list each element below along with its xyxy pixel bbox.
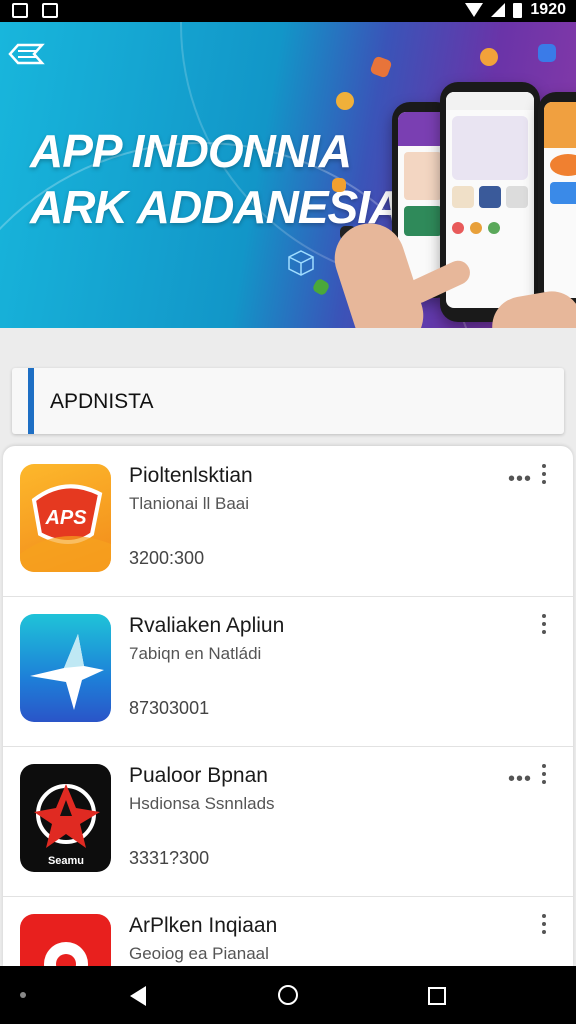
section-title: APDNISTA bbox=[50, 390, 154, 413]
signal-icon bbox=[491, 3, 506, 17]
app-name: ArPlken Inqiaan bbox=[129, 914, 278, 937]
floating-app-icon bbox=[336, 92, 354, 110]
phone-mockup bbox=[538, 92, 576, 312]
recents-icon[interactable] bbox=[428, 987, 446, 1005]
section-header: APDNISTA bbox=[12, 368, 564, 434]
more-horizontal-icon[interactable]: ••• bbox=[508, 768, 532, 791]
floating-app-icon bbox=[332, 178, 346, 192]
arrow-icon[interactable] bbox=[20, 614, 111, 722]
app-download-count: 3331?300 bbox=[129, 848, 210, 868]
status-time: 1920 bbox=[530, 1, 566, 18]
activity-notification-icon bbox=[42, 3, 58, 18]
battery-icon bbox=[513, 2, 523, 18]
status-bar: 1920 bbox=[0, 0, 576, 22]
app-name: Pioltenlsktian bbox=[129, 464, 253, 487]
list-item[interactable]: Seamu Pualoor Bpnan Hsdionsa Ssnnlads 33… bbox=[3, 746, 573, 897]
app-name: Rvaliaken Apliun bbox=[129, 614, 285, 637]
floating-app-icon bbox=[538, 44, 556, 62]
list-item[interactable]: APS Pioltenlsktian Tlanionai ll Baai 320… bbox=[3, 446, 573, 597]
more-vertical-icon[interactable] bbox=[541, 464, 547, 486]
list-item[interactable]: ArPlken Inqiaan Geoiog ea Pianaal bbox=[3, 896, 573, 966]
more-vertical-icon[interactable] bbox=[541, 614, 547, 636]
app-list: APS Pioltenlsktian Tlanionai ll Baai 320… bbox=[3, 446, 573, 966]
aps-shield-icon[interactable]: APS bbox=[20, 464, 111, 572]
banner-title-line1: APP INDONNIA bbox=[30, 125, 352, 177]
nav-indicator-dot bbox=[20, 992, 26, 998]
menu-icon[interactable] bbox=[6, 42, 46, 66]
app-download-count: 3200:300 bbox=[129, 548, 205, 568]
app-subtitle: Geoiog ea Pianaal bbox=[129, 944, 269, 963]
more-vertical-icon[interactable] bbox=[541, 764, 547, 786]
app-subtitle: 7abiqn en Natládi bbox=[129, 644, 262, 663]
back-icon[interactable] bbox=[130, 986, 146, 1006]
section-accent-bar bbox=[28, 368, 34, 434]
gear-icon[interactable] bbox=[20, 914, 111, 966]
app-subtitle: Tlanionai ll Baai bbox=[129, 494, 250, 513]
svg-text:APS: APS bbox=[44, 507, 87, 529]
app-download-count: 87303001 bbox=[129, 698, 210, 718]
more-vertical-icon[interactable] bbox=[541, 914, 547, 936]
wifi-icon bbox=[465, 3, 484, 17]
home-icon[interactable] bbox=[278, 985, 298, 1005]
list-item[interactable]: Rvaliaken Apliun 7abiqn en Natládi 87303… bbox=[3, 596, 573, 747]
gallery-notification-icon bbox=[12, 3, 28, 18]
promo-banner[interactable]: APP INDONNIA ARK ADDANESIA bbox=[0, 22, 576, 328]
app-subtitle: Hsdionsa Ssnnlads bbox=[129, 794, 275, 813]
app-name: Pualoor Bpnan bbox=[129, 764, 268, 787]
more-horizontal-icon[interactable]: ••• bbox=[508, 468, 532, 491]
cube-icon bbox=[288, 250, 314, 276]
star-logo-icon[interactable]: Seamu bbox=[20, 764, 111, 872]
app-icon-label: Seamu bbox=[48, 855, 84, 867]
floating-app-icon bbox=[480, 48, 498, 66]
navigation-bar bbox=[0, 966, 576, 1024]
